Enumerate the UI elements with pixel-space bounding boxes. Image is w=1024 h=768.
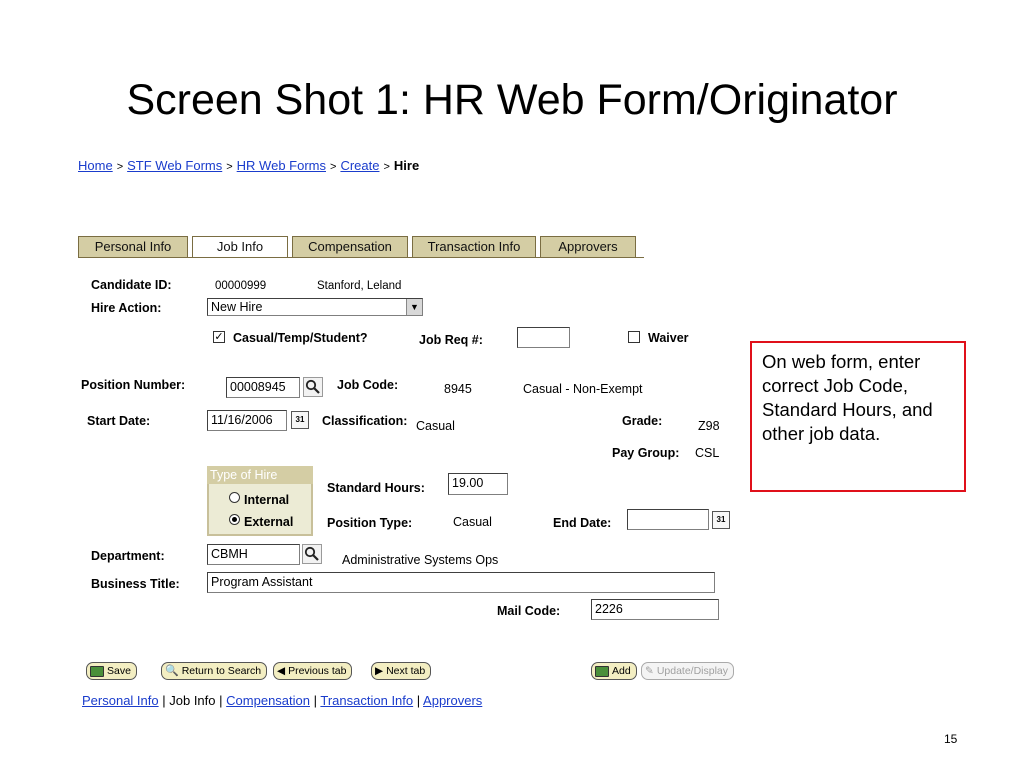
- breadcrumb-separator: >: [116, 161, 124, 173]
- add-button-label: Add: [612, 665, 631, 677]
- next-tab-label: Next tab: [386, 665, 426, 677]
- position-type-value: Casual: [453, 515, 492, 529]
- candidate-name: Stanford, Leland: [317, 280, 402, 292]
- search-icon[interactable]: [303, 377, 323, 397]
- classification-value: Casual: [416, 419, 455, 433]
- previous-tab-label: Previous tab: [288, 665, 347, 677]
- position-number-label: Position Number:: [81, 378, 186, 392]
- internal-label: Internal: [244, 493, 290, 507]
- candidate-id-value: 00000999: [215, 280, 267, 292]
- update-display-button[interactable]: ✎ Update/Display: [641, 662, 735, 680]
- page-number: 15: [944, 732, 958, 746]
- tab-approvers[interactable]: Approvers: [540, 236, 636, 257]
- job-req-input[interactable]: [517, 327, 570, 348]
- search-icon: 🔍: [165, 665, 179, 677]
- tab-transaction-info[interactable]: Transaction Info: [412, 236, 536, 257]
- breadcrumb-create[interactable]: Create: [340, 158, 379, 173]
- standard-hours-label: Standard Hours:: [327, 481, 425, 495]
- add-icon: [595, 665, 609, 677]
- arrow-left-icon: ◀: [277, 665, 286, 677]
- waiver-label: Waiver: [648, 331, 689, 345]
- breadcrumb-stf-web-forms[interactable]: STF Web Forms: [127, 158, 222, 173]
- grade-label: Grade:: [622, 414, 663, 428]
- grade-value: Z98: [698, 419, 720, 433]
- link-transaction-info[interactable]: Transaction Info: [320, 693, 413, 708]
- link-job-info: Job Info: [169, 693, 216, 708]
- breadcrumb-separator: >: [330, 161, 337, 173]
- waiver-checkbox[interactable]: [628, 331, 640, 343]
- business-title-input[interactable]: Program Assistant: [207, 572, 715, 593]
- end-date-input[interactable]: [627, 509, 709, 530]
- update-display-icon: ✎: [645, 665, 654, 677]
- add-button[interactable]: Add: [591, 662, 637, 680]
- link-compensation[interactable]: Compensation: [226, 693, 310, 708]
- hire-action-value: New Hire: [211, 300, 263, 314]
- position-type-label: Position Type:: [327, 516, 413, 530]
- tab-personal-info[interactable]: Personal Info: [78, 236, 188, 257]
- classification-label: Classification:: [322, 414, 408, 428]
- breadcrumb-current: Hire: [393, 158, 420, 173]
- internal-radio[interactable]: [229, 492, 240, 503]
- link-separator: |: [162, 693, 166, 708]
- breadcrumb-home[interactable]: Home: [78, 158, 113, 173]
- breadcrumb-separator: >: [383, 161, 390, 173]
- breadcrumb-separator: >: [226, 161, 233, 173]
- pay-group-value: CSL: [695, 446, 720, 460]
- previous-tab-button[interactable]: ◀ Previous tab: [273, 662, 353, 680]
- next-tab-button[interactable]: ▶ Next tab: [371, 662, 432, 680]
- mail-code-label: Mail Code:: [497, 604, 561, 618]
- casual-temp-student-checkbox[interactable]: ✓: [213, 331, 225, 343]
- tab-compensation[interactable]: Compensation: [292, 236, 408, 257]
- chevron-down-icon[interactable]: ▼: [406, 299, 422, 315]
- start-date-input[interactable]: 11/16/2006: [207, 410, 287, 431]
- slide-title: Screen Shot 1: HR Web Form/Originator: [126, 76, 898, 124]
- hire-action-label: Hire Action:: [91, 301, 162, 315]
- link-separator: |: [313, 693, 317, 708]
- casual-temp-student-label: Casual/Temp/Student?: [233, 331, 368, 345]
- annotation-callout: On web form, enter correct Job Code, Sta…: [750, 341, 966, 492]
- bottom-tab-links: Personal Info | Job Info | Compensation …: [82, 693, 482, 708]
- save-icon: [90, 665, 104, 677]
- standard-hours-input[interactable]: 19.00: [448, 473, 508, 495]
- hire-action-select[interactable]: New Hire ▼: [207, 298, 423, 316]
- external-radio[interactable]: [229, 514, 240, 525]
- candidate-id-label: Candidate ID:: [91, 278, 172, 292]
- update-display-label: Update/Display: [656, 665, 729, 677]
- job-code-value: 8945: [444, 382, 472, 396]
- mail-code-input[interactable]: 2226: [591, 599, 719, 620]
- position-number-input[interactable]: 00008945: [226, 377, 300, 398]
- start-date-label: Start Date:: [87, 414, 151, 428]
- job-req-label: Job Req #:: [419, 333, 483, 347]
- pay-group-label: Pay Group:: [612, 446, 680, 460]
- breadcrumb-hr-web-forms[interactable]: HR Web Forms: [237, 158, 326, 173]
- department-description: Administrative Systems Ops: [342, 553, 499, 567]
- search-icon[interactable]: [302, 544, 322, 564]
- job-code-description: Casual - Non-Exempt: [523, 382, 643, 396]
- tab-bar: Personal Info Job Info Compensation Tran…: [78, 236, 644, 258]
- save-button-label: Save: [107, 665, 131, 677]
- link-separator: |: [416, 693, 421, 708]
- breadcrumb: Home > STF Web Forms > HR Web Forms > Create > H…: [78, 158, 419, 173]
- link-approvers[interactable]: Approvers: [423, 693, 482, 708]
- return-to-search-label: Return to Search: [181, 665, 262, 677]
- job-code-label: Job Code:: [337, 378, 399, 392]
- business-title-label: Business Title:: [91, 577, 180, 591]
- link-separator: |: [219, 693, 223, 708]
- return-to-search-button[interactable]: 🔍 Return to Search: [161, 662, 268, 680]
- external-label: External: [244, 515, 294, 529]
- save-button[interactable]: Save: [86, 662, 137, 680]
- end-date-label: End Date:: [553, 516, 612, 530]
- tab-job-info[interactable]: Job Info: [192, 236, 288, 258]
- calendar-icon[interactable]: 31: [712, 511, 730, 529]
- arrow-right-icon: ▶: [375, 665, 384, 677]
- department-label: Department:: [91, 549, 165, 563]
- type-of-hire-header: Type of Hire: [207, 466, 313, 484]
- calendar-icon[interactable]: 31: [291, 411, 309, 429]
- link-personal-info[interactable]: Personal Info: [82, 693, 159, 708]
- department-input[interactable]: CBMH: [207, 544, 300, 565]
- tab-divider: [78, 257, 644, 258]
